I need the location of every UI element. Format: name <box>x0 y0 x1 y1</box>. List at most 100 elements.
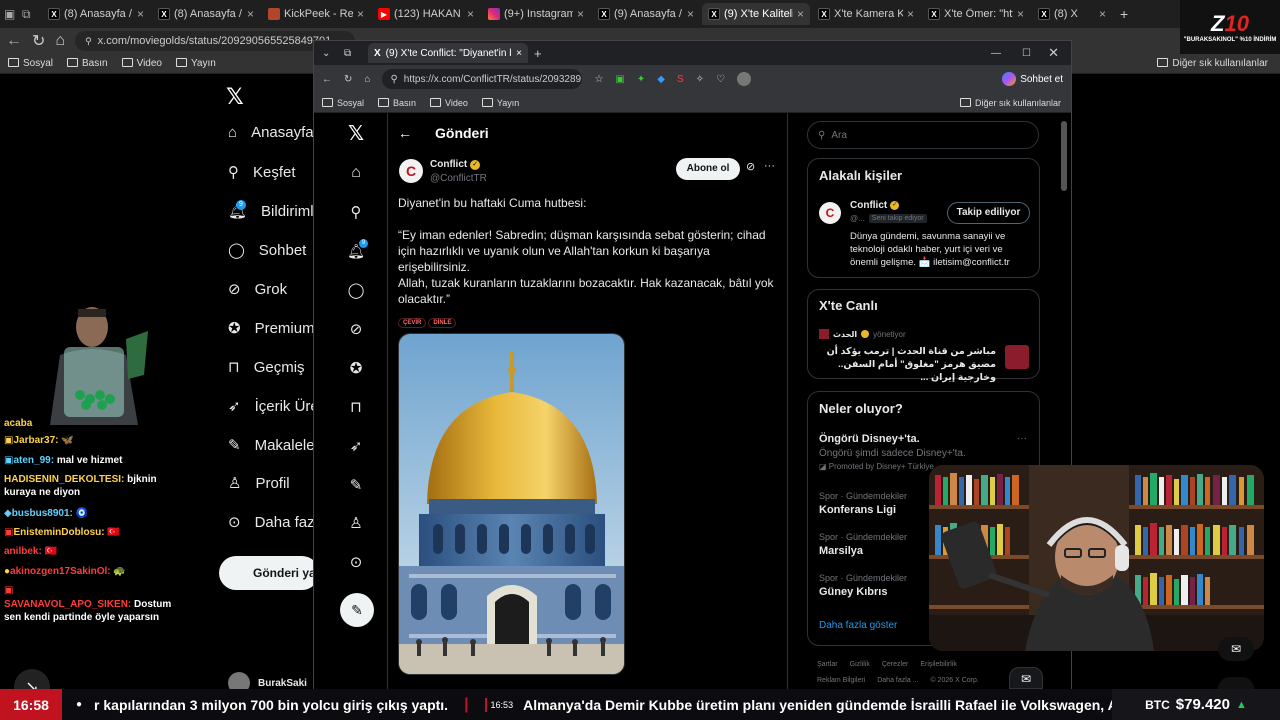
tab-actions-icon[interactable]: ▣ <box>4 7 22 21</box>
outer-tab[interactable]: ▶ (123) HAKAN FİDAN × <box>372 3 480 25</box>
outer-tab[interactable]: (9+) Instagram × <box>482 3 590 25</box>
extension-icon[interactable]: ▣ <box>615 74 624 85</box>
close-icon[interactable]: × <box>467 7 474 21</box>
live-thumbnail[interactable] <box>1005 345 1029 369</box>
footer-link[interactable]: Reklam Bilgileri <box>817 673 865 689</box>
site-info-icon[interactable]: ⚲ <box>85 36 92 47</box>
bookmark-basin[interactable]: Basın <box>67 58 108 69</box>
url-field[interactable]: ⚲ https://x.com/ConflictTR/status/2093289… <box>382 69 583 89</box>
new-tab-icon[interactable]: + <box>1120 6 1128 22</box>
post-button[interactable]: Gönderi yayınla <box>219 556 319 590</box>
tab-groups-icon[interactable]: ⧉ <box>22 7 42 22</box>
back-icon[interactable]: ← <box>6 32 22 50</box>
footer-link[interactable]: Gizlilik <box>850 657 870 673</box>
user-icon[interactable]: ♙ <box>344 511 368 535</box>
scrollbar[interactable] <box>1061 121 1067 191</box>
reload-icon[interactable]: ↻ <box>32 31 45 51</box>
avatar[interactable] <box>736 72 751 86</box>
outer-tab[interactable]: X (8) X × <box>1032 3 1112 25</box>
bookmark-basin[interactable]: Basın <box>378 97 416 108</box>
close-icon[interactable]: × <box>907 7 914 21</box>
grok-icon[interactable]: ⊘ <box>746 160 755 173</box>
search-icon[interactable]: ⚲ <box>344 200 368 224</box>
outer-tab[interactable]: X (8) Anasayfa / X × <box>42 3 150 25</box>
listen-pill[interactable]: DİNLE <box>428 318 457 328</box>
bookmark-video[interactable]: Video <box>430 97 468 108</box>
messages-fab[interactable]: ✉ <box>1009 667 1043 689</box>
bookmark-icon[interactable]: ⊓ <box>344 395 368 419</box>
show-more-link[interactable]: Daha fazla göster <box>819 620 897 631</box>
more-icon[interactable]: ··· <box>1017 433 1027 444</box>
more-circle-icon[interactable]: ⊙ <box>344 550 368 574</box>
close-window-icon[interactable]: ✕ <box>1048 45 1059 61</box>
bookmark-yayin[interactable]: Yayın <box>481 97 519 108</box>
extension-icon[interactable]: S <box>677 74 684 85</box>
translate-pill[interactable]: ÇEVİR <box>398 318 427 328</box>
trend-item[interactable]: Spor · Gündemdekiler Konferans Ligi <box>819 491 907 516</box>
trend-item[interactable]: Spor · Gündemdekiler Güney Kıbrıs <box>819 573 907 598</box>
extension-icon[interactable]: ◆ <box>657 74 665 85</box>
close-icon[interactable]: × <box>357 7 364 21</box>
footer-link[interactable]: Şartlar <box>817 657 838 673</box>
outer-tab[interactable]: X (8) Anasayfa / X × <box>152 3 260 25</box>
close-icon[interactable]: × <box>516 48 522 59</box>
subscribe-button[interactable]: Abone ol <box>676 158 740 180</box>
outer-tab[interactable]: X X'te Ömer: "https:// × <box>922 3 1030 25</box>
extensions-puzzle-icon[interactable]: ✧ <box>696 74 704 85</box>
following-button[interactable]: Takip ediliyor <box>947 202 1030 224</box>
home-icon[interactable]: ⌂ <box>364 74 370 85</box>
x-logo[interactable]: 𝕏 <box>344 121 368 145</box>
grok-icon[interactable]: ⊘ <box>344 317 368 341</box>
bookmark-yayin[interactable]: Yayın <box>176 58 216 69</box>
outer-tab[interactable]: X (9) Anasayfa / X × <box>592 3 700 25</box>
x-logo[interactable]: 𝕏 <box>226 84 244 110</box>
bookmark-other[interactable]: Diğer sık kullanılanlar <box>959 97 1061 108</box>
site-info-icon[interactable]: ⚲ <box>390 74 397 85</box>
home-icon[interactable]: ⌂ <box>55 32 65 50</box>
bookmark-sosyal[interactable]: Sosyal <box>322 97 364 108</box>
footer-link[interactable]: Daha fazla ... <box>877 673 918 689</box>
trend-item[interactable]: Spor · Gündemdekiler Marsilya <box>819 532 907 557</box>
close-icon[interactable]: × <box>1017 7 1024 21</box>
footer-link[interactable]: Çerezler <box>882 657 908 673</box>
more-icon[interactable]: ··· <box>764 160 775 172</box>
bookmark-other[interactable]: Diğer sık kullanılanlar <box>1157 58 1268 69</box>
footer-link[interactable]: Erişilebilirlik <box>920 657 957 673</box>
favorites-icon[interactable]: ♡ <box>716 74 725 85</box>
author-avatar[interactable]: C <box>399 159 423 183</box>
back-arrow-icon[interactable]: ← <box>398 125 412 141</box>
menu-chevron-icon[interactable]: ⌄ <box>322 48 330 59</box>
outer-tab[interactable]: KickPeek - Real-time × <box>262 3 370 25</box>
new-tab-icon[interactable]: + <box>534 46 542 61</box>
home-icon[interactable]: ⌂ <box>344 161 368 185</box>
close-icon[interactable]: × <box>247 7 254 21</box>
tweet-image[interactable] <box>398 333 625 675</box>
sohbet-button[interactable]: Sohbet et <box>1002 72 1063 86</box>
reload-icon[interactable]: ↻ <box>344 74 352 85</box>
bookmark-video[interactable]: Video <box>121 58 162 69</box>
inner-tab-active[interactable]: X (9) X'te Conflict: "Diyanet'in bu haf × <box>368 43 528 63</box>
rocket-icon[interactable]: ➶ <box>344 434 368 458</box>
close-icon[interactable]: × <box>797 7 804 21</box>
close-icon[interactable]: × <box>1099 7 1106 21</box>
author-avatar[interactable]: C <box>819 202 841 224</box>
live-text[interactable]: مباشر من قناة الحدث | ترمب يؤكد أن مضيق … <box>819 345 996 384</box>
outer-tab-active[interactable]: X (9) X'te Kaliteli İzlem × <box>702 3 810 25</box>
author-name-row[interactable]: Conflict ✓ <box>430 159 481 170</box>
star-icon[interactable]: ☆ <box>594 74 603 85</box>
verified-icon[interactable]: ✪ <box>344 356 368 380</box>
back-icon[interactable]: ← <box>322 74 332 85</box>
related-name-row[interactable]: Conflict ✓ <box>850 200 900 211</box>
outer-tab[interactable]: X X'te Kamera Kaydı × <box>812 3 920 25</box>
close-icon[interactable]: × <box>137 7 144 21</box>
extension-icon[interactable]: ✦ <box>637 74 645 85</box>
side-button[interactable] <box>1218 677 1254 689</box>
minimize-icon[interactable]: — <box>991 48 1001 59</box>
tab-groups-icon[interactable]: ⧉ <box>344 48 351 59</box>
close-icon[interactable]: × <box>577 7 584 21</box>
chat-icon[interactable]: ◯ <box>344 278 368 302</box>
maximize-icon[interactable]: ☐ <box>1022 48 1031 59</box>
side-button[interactable]: ✉ <box>1218 637 1254 661</box>
compose-button[interactable]: ✎ <box>340 593 374 627</box>
bookmark-sosyal[interactable]: Sosyal <box>8 58 53 69</box>
